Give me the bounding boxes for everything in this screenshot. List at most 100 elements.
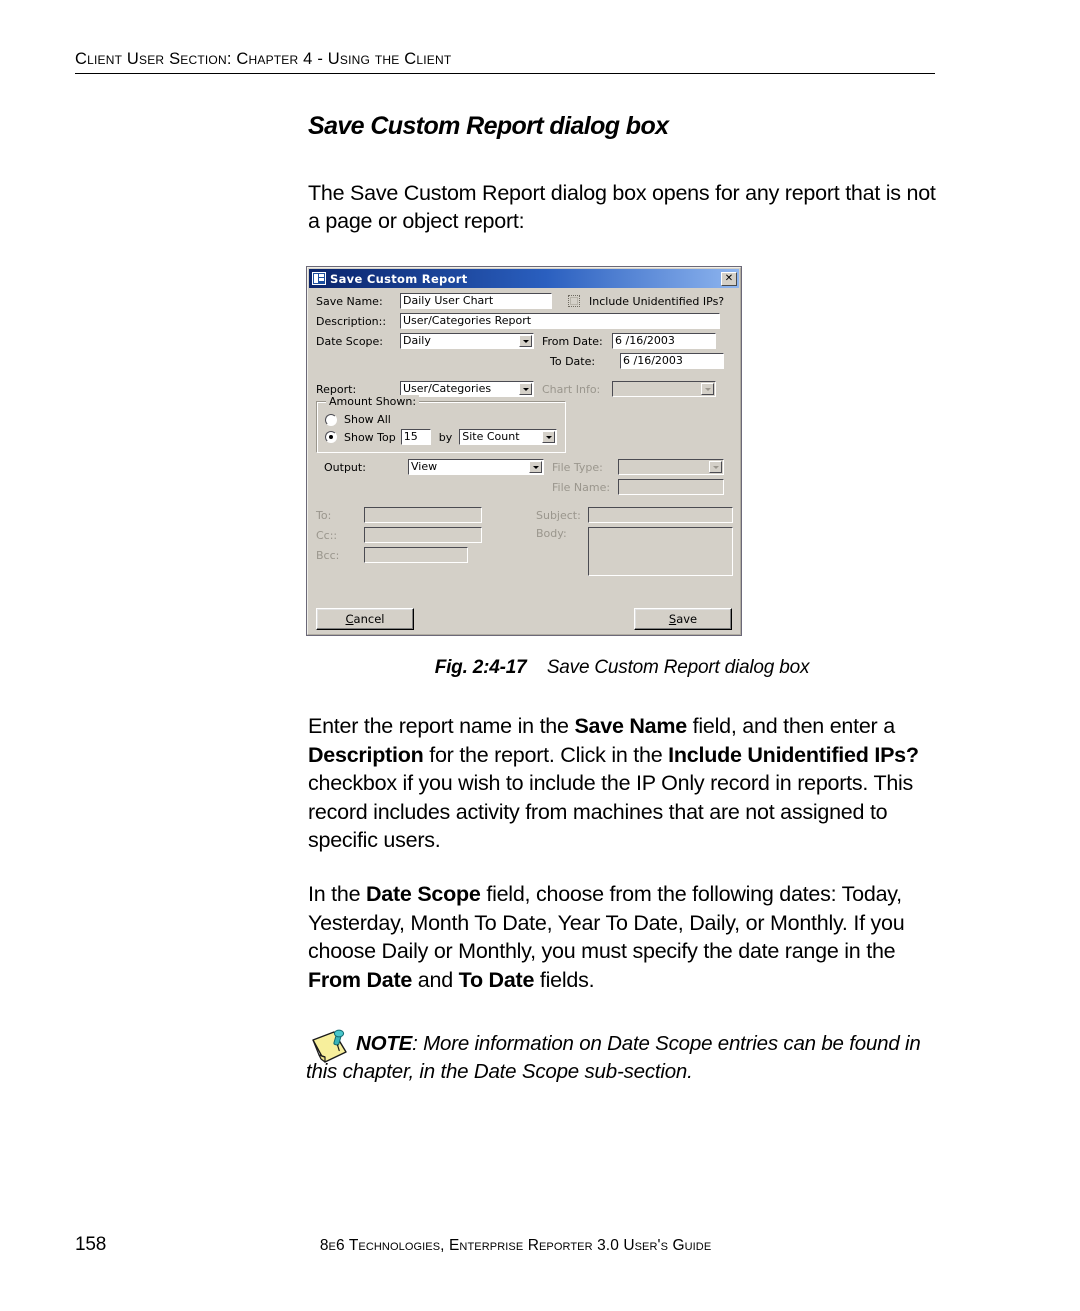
chevron-down-icon[interactable] xyxy=(529,461,542,473)
p2-bold-to-date: To Date xyxy=(458,967,535,992)
save-name-input[interactable]: Daily User Chart xyxy=(400,293,552,309)
include-unidentified-ips-label: Include Unidentified IPs? xyxy=(589,294,725,308)
file-name-input xyxy=(618,479,724,495)
p1-part-e: checkbox if you wish to include the IP O… xyxy=(308,771,914,852)
p1-part-a: Enter the report name in the xyxy=(308,714,575,738)
show-top-count-input[interactable]: 15 xyxy=(400,429,431,445)
paragraph-one: Enter the report name in the Save Name f… xyxy=(308,712,940,855)
cc-label: Cc:: xyxy=(316,528,338,542)
file-type-select xyxy=(618,459,724,475)
to-date-row: To Date: 6 /16/2003 xyxy=(316,353,733,369)
p1-part-c: field, and then enter a xyxy=(686,714,895,738)
p1-bold-description: Description xyxy=(308,742,424,767)
description-row: Description:: User/Categories Report xyxy=(316,313,733,329)
note-text: NOTE: More information on Date Scope ent… xyxy=(306,1030,938,1086)
content-column: Save Custom Report dialog box The Save C… xyxy=(308,112,936,236)
show-top-radio[interactable] xyxy=(325,431,337,443)
to-date-label: To Date: xyxy=(550,354,596,368)
subject-row: Subject: xyxy=(536,507,733,523)
dialog-body: Save Name: Daily User Chart Include Unid… xyxy=(308,288,740,586)
figure-caption-label: Fig. 2:4-17 xyxy=(434,657,527,678)
show-all-row[interactable]: Show All xyxy=(325,413,557,426)
chevron-down-icon[interactable] xyxy=(519,335,532,347)
to-row: To: xyxy=(316,507,536,523)
output-value: View xyxy=(411,460,438,473)
subject-label: Subject: xyxy=(536,508,581,522)
bcc-label: Bcc: xyxy=(316,548,340,562)
close-icon[interactable]: ✕ xyxy=(721,271,737,286)
report-select[interactable]: User/Categories xyxy=(400,381,534,397)
date-scope-row: Date Scope: Daily From Date: 6 /16/2003 xyxy=(316,333,733,349)
email-section: To: Cc:: Bcc: Subject: Body: xyxy=(316,507,733,580)
bcc-row: Bcc: xyxy=(316,547,536,563)
show-all-radio[interactable] xyxy=(325,413,337,426)
output-label: Output: xyxy=(324,460,366,474)
cancel-label-rest: ancel xyxy=(353,612,385,626)
chevron-down-icon[interactable] xyxy=(519,383,532,395)
report-label: Report: xyxy=(316,382,357,396)
running-header: Client User Section: Chapter 4 - Using t… xyxy=(75,50,935,75)
description-input[interactable]: User/Categories Report xyxy=(400,313,720,329)
window-grid-icon xyxy=(312,272,326,285)
p2-bold-date-scope: Date Scope xyxy=(366,882,481,906)
note-block: NOTE: More information on Date Scope ent… xyxy=(306,1029,938,1086)
show-top-row[interactable]: Show Top 15 by Site Count xyxy=(325,429,557,445)
subject-input xyxy=(588,507,733,523)
intro-paragraph: The Save Custom Report dialog box opens … xyxy=(308,180,936,234)
figure-caption-title: Save Custom Report dialog box xyxy=(546,657,810,678)
paragraph-two: In the Date Scope field, choose from the… xyxy=(308,880,940,994)
document-page: Client User Section: Chapter 4 - Using t… xyxy=(0,0,1080,1311)
description-label: Description:: xyxy=(316,314,387,328)
chevron-down-icon[interactable] xyxy=(542,431,555,443)
file-type-label: File Type: xyxy=(552,460,603,474)
amount-shown-label: Amount Shown: xyxy=(326,395,420,408)
file-name-row: File Name: xyxy=(316,479,733,495)
cancel-accel: C xyxy=(345,612,354,626)
figure-caption: Fig. 2:4-17 Save Custom Report dialog bo… xyxy=(308,657,936,679)
header-divider xyxy=(75,73,935,75)
date-scope-label: Date Scope: xyxy=(316,334,384,348)
page-number: 158 xyxy=(75,1234,107,1255)
from-date-input[interactable]: 6 /16/2003 xyxy=(612,333,716,349)
paragraph-one-wrap: Enter the report name in the Save Name f… xyxy=(308,712,940,855)
sort-by-select[interactable]: Site Count xyxy=(459,429,557,445)
dialog-title: Save Custom Report xyxy=(330,271,468,286)
chart-info-label: Chart Info: xyxy=(542,382,601,396)
save-label-rest: ave xyxy=(676,612,698,626)
cc-input xyxy=(364,527,482,543)
chevron-down-icon xyxy=(701,383,714,395)
p2-part-e: fields. xyxy=(534,967,595,992)
body-label: Body: xyxy=(536,527,567,540)
save-name-row: Save Name: Daily User Chart Include Unid… xyxy=(316,293,733,309)
email-message-column: Subject: Body: xyxy=(536,507,733,580)
note-label: NOTE xyxy=(356,1032,413,1055)
save-button[interactable]: Save xyxy=(634,608,732,630)
paragraph-two-wrap: In the Date Scope field, choose from the… xyxy=(308,880,940,994)
date-scope-value: Daily xyxy=(403,334,431,347)
date-scope-select[interactable]: Daily xyxy=(400,333,534,349)
output-select[interactable]: View xyxy=(408,459,544,475)
save-custom-report-dialog: Save Custom Report ✕ Save Name: Daily Us… xyxy=(306,266,742,636)
cancel-button[interactable]: Cancel xyxy=(316,608,414,630)
chart-info-select xyxy=(612,381,716,397)
dialog-titlebar: Save Custom Report ✕ xyxy=(309,269,739,288)
show-top-label: Show Top xyxy=(344,430,396,444)
dialog-button-bar: Cancel Save xyxy=(308,586,740,634)
amount-shown-group: Amount Shown: Show All Show Top 15 by Si… xyxy=(316,395,566,453)
footer-product-title: 8e6 Technologies, Enterprise Reporter 3.… xyxy=(319,1237,712,1254)
page-footer: 158 8e6 Technologies, Enterprise Reporte… xyxy=(75,1234,935,1256)
p2-part-d: and xyxy=(412,967,459,992)
p1-bold-save-name: Save Name xyxy=(574,714,687,738)
dialog-inner-frame: Save Custom Report ✕ Save Name: Daily Us… xyxy=(307,267,741,635)
report-value: User/Categories xyxy=(403,382,492,395)
show-all-label: Show All xyxy=(344,413,391,426)
body-row: Body: xyxy=(536,527,733,576)
from-date-label: From Date: xyxy=(542,334,603,348)
sort-by-value: Site Count xyxy=(462,430,520,443)
to-date-input[interactable]: 6 /16/2003 xyxy=(620,353,724,369)
by-label: by xyxy=(438,430,453,444)
cc-row: Cc:: xyxy=(316,527,536,543)
bcc-input xyxy=(364,547,468,563)
include-unidentified-ips-checkbox[interactable] xyxy=(568,295,580,307)
p2-part-a: In the xyxy=(308,882,367,906)
